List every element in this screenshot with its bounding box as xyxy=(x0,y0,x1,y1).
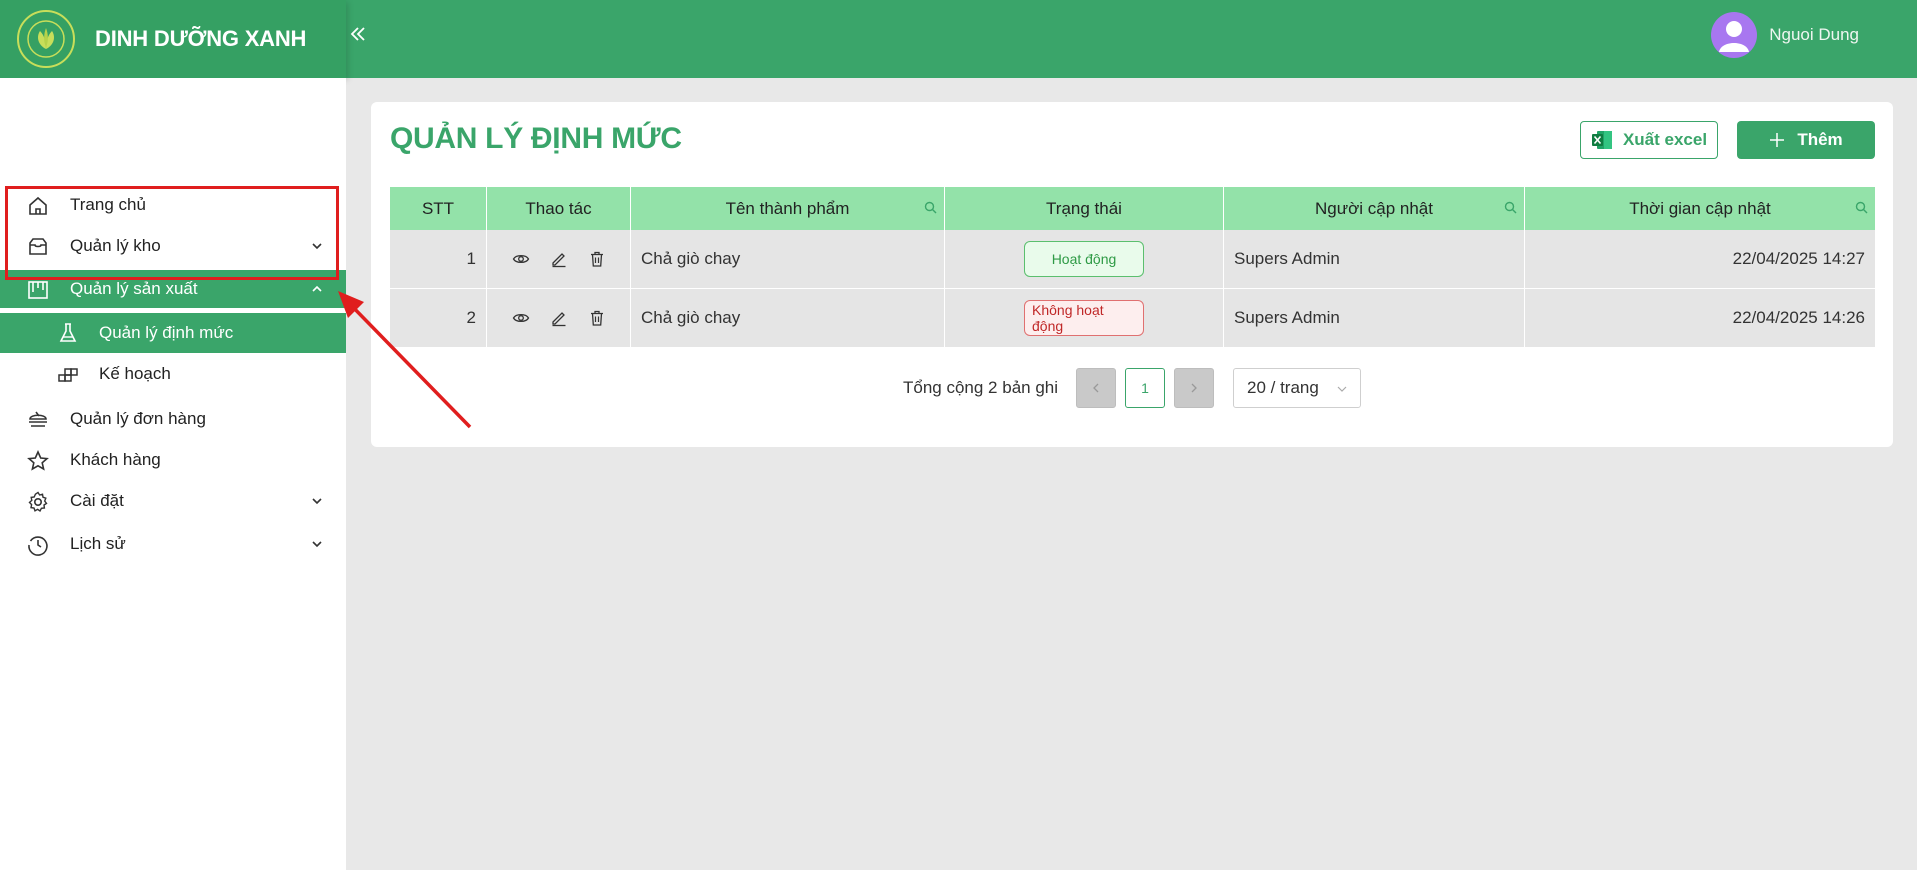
sidebar-item-label: Quản lý kho xyxy=(70,236,161,255)
sidebar-item-orders[interactable]: Quản lý đơn hàng xyxy=(0,400,346,438)
table-header: STT Thao tác Tên thành phẩm Trạng thái N… xyxy=(390,187,1875,230)
top-header: DINH DƯỠNG XANH Nguoi Dung xyxy=(0,0,1917,78)
chevron-up-icon xyxy=(312,285,322,292)
brand-name: DINH DƯỠNG XANH xyxy=(95,26,307,51)
edit-icon[interactable] xyxy=(550,309,568,327)
sidebar-item-warehouse[interactable]: Quản lý kho xyxy=(0,227,346,265)
sidebar-item-label: Kế hoạch xyxy=(99,364,171,383)
sidebar-item-label: Cài đặt xyxy=(70,491,124,510)
gear-icon xyxy=(28,491,48,513)
order-icon xyxy=(29,411,47,427)
cell-stt: 1 xyxy=(390,230,487,288)
page-size-value: 20 / trang xyxy=(1247,378,1319,397)
add-button[interactable]: Thêm xyxy=(1737,121,1875,159)
star-icon xyxy=(27,450,49,471)
total-records: Tổng cộng 2 bản ghi xyxy=(903,378,1059,397)
inbox-icon xyxy=(29,238,47,255)
search-icon[interactable] xyxy=(1504,201,1517,214)
excel-icon xyxy=(1591,131,1612,149)
column-header-actions: Thao tác xyxy=(487,187,631,230)
cell-status: Hoạt động xyxy=(945,230,1224,288)
sidebar-item-label: Quản lý sản xuất xyxy=(70,279,198,298)
chevron-down-icon xyxy=(312,541,322,548)
edit-icon[interactable] xyxy=(550,250,568,268)
sidebar-item-settings[interactable]: Cài đặt xyxy=(0,482,346,520)
cell-updated-by: Supers Admin xyxy=(1224,230,1525,288)
flask-icon xyxy=(59,323,77,342)
column-header-updated-time[interactable]: Thời gian cập nhật xyxy=(1525,187,1875,230)
eye-icon[interactable] xyxy=(512,250,530,268)
cell-status: Không hoạt động xyxy=(945,289,1224,347)
search-icon[interactable] xyxy=(1855,201,1868,214)
cell-updated-by: Supers Admin xyxy=(1224,289,1525,347)
sidebar-item-production[interactable]: Quản lý sản xuất xyxy=(0,270,346,308)
blocks-icon xyxy=(58,368,78,382)
page-number-button[interactable]: 1 xyxy=(1125,368,1165,408)
sidebar-item-home[interactable]: Trang chủ xyxy=(0,186,346,224)
sidebar-item-label: Lịch sử xyxy=(70,534,126,553)
norms-table: STT Thao tác Tên thành phẩm Trạng thái N… xyxy=(390,187,1875,348)
cell-product-name: Chả giò chay xyxy=(631,230,945,288)
user-name: Nguoi Dung xyxy=(1769,25,1859,44)
sidebar-item-label: Trang chủ xyxy=(70,195,146,214)
status-badge: Không hoạt động xyxy=(1024,300,1144,336)
sidebar-item-plan[interactable]: Kế hoạch xyxy=(0,355,346,393)
cell-stt: 2 xyxy=(390,289,487,347)
column-header-status: Trạng thái xyxy=(945,187,1224,230)
cell-product-name: Chả giò chay xyxy=(631,289,945,347)
export-excel-label: Xuất excel xyxy=(1622,130,1708,149)
column-header-label: Tên thành phẩm xyxy=(725,198,850,218)
history-icon xyxy=(28,536,48,556)
search-icon[interactable] xyxy=(924,201,937,214)
table-row: 2 Chả giò chay Không hoạt động Supers Ad… xyxy=(390,289,1875,348)
next-page-button[interactable] xyxy=(1174,368,1214,408)
plus-icon xyxy=(1770,133,1785,147)
column-header-updated-by[interactable]: Người cập nhật xyxy=(1224,187,1525,230)
cell-actions xyxy=(487,289,631,347)
page-size-select[interactable]: 20 / trang xyxy=(1233,368,1361,408)
logo-icon xyxy=(17,10,75,68)
pagination: Tổng cộng 2 bản ghi 1 20 / trang xyxy=(371,368,1893,408)
sidebar-item-norm-management[interactable]: Quản lý định mức xyxy=(0,313,346,353)
cell-actions xyxy=(487,230,631,288)
sidebar-item-history[interactable]: Lịch sử xyxy=(0,525,346,563)
cell-updated-time: 22/04/2025 14:26 xyxy=(1732,308,1865,327)
chevron-down-icon xyxy=(1337,386,1347,392)
status-badge: Hoạt động xyxy=(1024,241,1144,277)
double-chevron-left-icon[interactable] xyxy=(346,22,370,50)
chevron-right-icon xyxy=(1191,383,1197,393)
user-menu[interactable]: Nguoi Dung xyxy=(1711,12,1859,58)
cell-updated-time: 22/04/2025 14:27 xyxy=(1732,249,1865,268)
brand[interactable]: DINH DƯỠNG XANH xyxy=(0,0,346,78)
sidebar-item-customers[interactable]: Khách hàng xyxy=(0,441,346,479)
export-excel-button[interactable]: Xuất excel xyxy=(1580,121,1718,159)
add-label: Thêm xyxy=(1797,130,1843,149)
trash-icon[interactable] xyxy=(588,250,606,268)
table-row: 1 Chả giò chay Hoạt động Supers Admin 22… xyxy=(390,230,1875,289)
main-card: QUẢN LÝ ĐỊNH MỨC Xuất excel Thêm STT Tha… xyxy=(371,102,1893,447)
chevron-down-icon xyxy=(312,243,322,250)
chevron-down-icon xyxy=(312,498,322,505)
sidebar-item-label: Quản lý đơn hàng xyxy=(70,409,206,428)
chevron-left-icon xyxy=(1093,383,1099,393)
trash-icon[interactable] xyxy=(588,309,606,327)
column-header-label: Thời gian cập nhật xyxy=(1629,198,1771,218)
home-icon xyxy=(29,196,47,215)
eye-icon[interactable] xyxy=(512,309,530,327)
sidebar: Trang chủ Quản lý kho Quản lý sản xuất Q… xyxy=(0,78,346,870)
production-icon xyxy=(28,281,48,299)
column-header-product[interactable]: Tên thành phẩm xyxy=(631,187,945,230)
sidebar-item-label: Quản lý định mức xyxy=(99,323,234,342)
sidebar-item-label: Khách hàng xyxy=(70,450,161,469)
column-header-stt: STT xyxy=(390,187,487,230)
prev-page-button[interactable] xyxy=(1076,368,1116,408)
page-title: QUẢN LÝ ĐỊNH MỨC xyxy=(390,122,682,155)
column-header-label: Người cập nhật xyxy=(1315,198,1433,218)
avatar xyxy=(1711,12,1758,58)
